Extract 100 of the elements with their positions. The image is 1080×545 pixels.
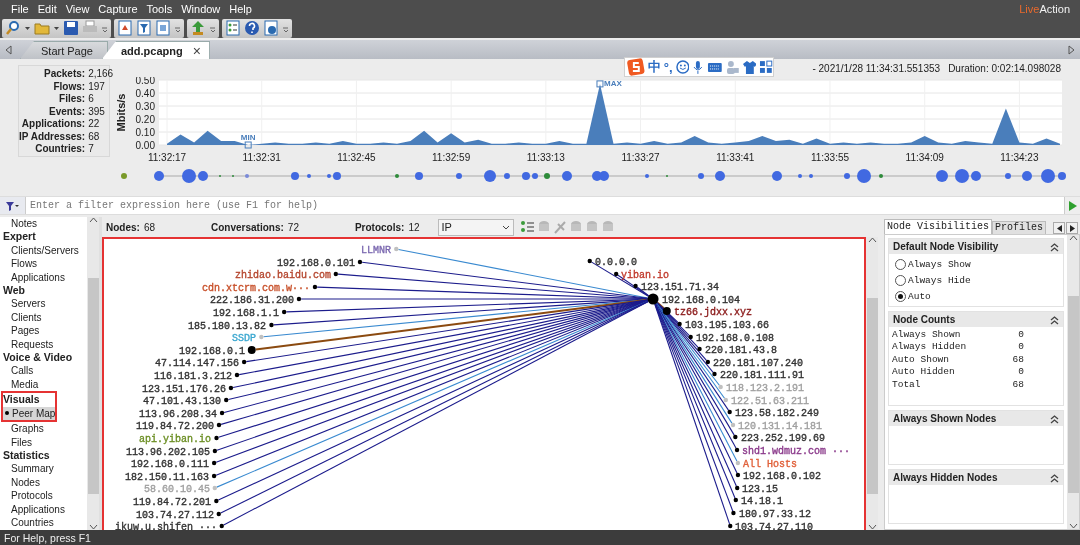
node-label: LLMNR	[361, 245, 391, 256]
collapse-icon[interactable]	[1050, 413, 1059, 424]
shirt-icon[interactable]	[742, 60, 757, 74]
stat-label: Applications:	[20, 118, 86, 131]
menu-item[interactable]: Window	[181, 3, 221, 15]
axis-tick-label: 11:33:41	[716, 152, 755, 163]
document-tab[interactable]: Start Page	[20, 41, 108, 59]
stat-value: 68	[88, 130, 101, 143]
scroll-left-icon[interactable]	[4, 45, 14, 55]
menu-item[interactable]: Edit	[37, 3, 57, 15]
nav-item[interactable]: Pages	[3, 324, 40, 338]
nav-section-title[interactable]: Voice & Video	[3, 351, 87, 365]
stat-value: 6	[88, 93, 95, 106]
caret-icon	[501, 224, 510, 230]
scroll-down-icon[interactable]	[88, 524, 98, 530]
nav-item[interactable]: Requests	[3, 337, 54, 352]
upload-icon[interactable]	[190, 20, 206, 36]
help-icon[interactable]	[244, 20, 260, 36]
splitter-handle[interactable]	[99, 217, 102, 530]
collapse-icon[interactable]	[1050, 314, 1059, 325]
stat-label: Flows:	[52, 80, 86, 93]
scroll-down-icon[interactable]	[867, 524, 877, 530]
nav-item[interactable]: Servers	[3, 297, 46, 311]
layer-dropdown[interactable]: IP	[437, 218, 514, 236]
scrollbar[interactable]	[866, 237, 878, 530]
menu-item[interactable]: File	[11, 3, 29, 15]
document-icon[interactable]	[155, 20, 171, 36]
close-button[interactable]: ×	[192, 42, 201, 59]
nav-item[interactable]: Applications	[3, 502, 65, 516]
filter-field[interactable]: Enter a filter expression here (use F1 for help)	[26, 197, 1064, 214]
node-label: 123.151.176.26	[142, 384, 226, 395]
nav-item[interactable]: Notes	[3, 217, 38, 231]
smiley-icon[interactable]	[675, 60, 690, 74]
filter-menu-button[interactable]	[0, 197, 26, 214]
report-icon[interactable]	[117, 20, 133, 36]
radio-button[interactable]	[895, 274, 906, 286]
radio-button[interactable]	[895, 258, 906, 270]
nav-item[interactable]: Protocols	[3, 489, 53, 503]
play-icon	[1067, 200, 1078, 211]
menu-item[interactable]: View	[65, 3, 90, 15]
section-header[interactable]: Always Hidden Nodes	[889, 470, 1063, 486]
section-header[interactable]: Always Shown Nodes	[889, 411, 1063, 427]
scrollbar[interactable]	[1067, 235, 1079, 529]
axis-tick-label: 11:34:23	[1000, 152, 1039, 163]
nav-item[interactable]: Summary	[3, 462, 54, 476]
save-icon[interactable]	[63, 20, 79, 36]
punctuation-toggle[interactable]: °,	[663, 59, 673, 75]
scrollbar[interactable]	[87, 217, 99, 530]
scroll-down-icon[interactable]	[1068, 523, 1078, 529]
nav-section-title[interactable]: Visuals	[3, 393, 55, 407]
panel-tab[interactable]: Node Visibilities	[884, 219, 993, 234]
nav-item[interactable]: Countries	[3, 515, 54, 530]
nav-item[interactable]: Flows	[3, 257, 38, 271]
nav-item[interactable]: Clients/Servers	[3, 243, 79, 258]
nav-item[interactable]: Calls	[3, 364, 34, 378]
keyboard-icon[interactable]	[707, 61, 723, 73]
radio-label: Always Show	[908, 258, 971, 270]
nav-item[interactable]: Applications	[3, 270, 65, 285]
microphone-icon[interactable]	[692, 60, 705, 74]
node-label: 103.74.27.112	[136, 510, 214, 521]
scroll-up-icon[interactable]	[867, 237, 877, 243]
scroll-right-icon[interactable]	[1066, 45, 1076, 55]
nav-item[interactable]: Peer Map	[3, 406, 56, 421]
collapse-icon[interactable]	[1050, 472, 1059, 483]
scroll-right-button[interactable]	[1066, 222, 1078, 234]
nav-item[interactable]: Nodes	[3, 475, 40, 490]
nav-section-title[interactable]: Web	[3, 284, 87, 298]
menu-item[interactable]: Help	[229, 3, 252, 15]
stat-value: 7	[88, 143, 95, 156]
nav-item[interactable]: Files	[3, 435, 33, 449]
nav-item[interactable]: Media	[3, 377, 39, 392]
section-header[interactable]: Default Node Visibility	[889, 239, 1063, 254]
node-label: 113.96.208.34	[139, 409, 217, 420]
grid-icon[interactable]	[759, 60, 773, 74]
ime-logo-icon[interactable]	[627, 58, 645, 76]
radio-button[interactable]	[895, 290, 906, 302]
list-icon[interactable]	[518, 219, 535, 235]
nav-item[interactable]: Graphs	[3, 422, 44, 436]
document-tab[interactable]: add.pcapng ×	[102, 41, 210, 59]
node-label: 192.168.0.1	[179, 346, 245, 357]
menu-item[interactable]: Tools	[146, 3, 173, 15]
collapse-icon[interactable]	[1050, 241, 1059, 252]
section-header[interactable]: Node Counts	[889, 312, 1063, 327]
filter-icon[interactable]	[136, 20, 152, 36]
scroll-up-icon[interactable]	[88, 217, 98, 223]
nav-section-title[interactable]: Statistics	[3, 448, 87, 463]
panel-tab[interactable]: Profiles	[992, 221, 1047, 234]
nav-section-title[interactable]: Expert	[3, 230, 87, 244]
status-text: For Help, press F1	[0, 530, 1080, 545]
list-icon[interactable]	[225, 20, 241, 36]
search-icon[interactable]	[5, 20, 21, 36]
apply-filter-button[interactable]	[1064, 197, 1080, 214]
nav-item[interactable]: Clients	[3, 310, 42, 325]
menu-item[interactable]: Capture	[98, 3, 138, 15]
node-label: 58.60.10.45	[144, 484, 210, 495]
scroll-up-icon[interactable]	[1068, 235, 1078, 241]
axis-title: Mbits/s	[115, 93, 127, 132]
scroll-left-button[interactable]	[1053, 222, 1065, 234]
axis-tick-label: 11:32:59	[432, 152, 471, 163]
ime-mode[interactable]: 中	[647, 58, 661, 76]
